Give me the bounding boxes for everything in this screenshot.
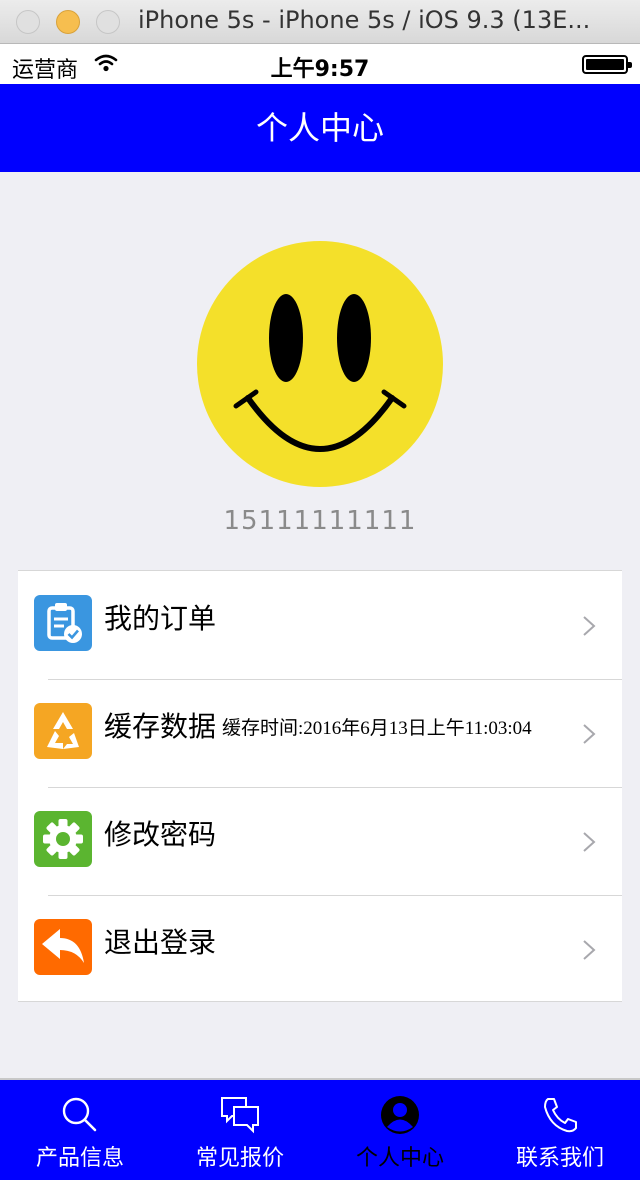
order-icon [34, 595, 92, 651]
battery-icon [582, 55, 632, 74]
gear-icon [34, 811, 92, 867]
chevron-right-icon [583, 724, 596, 744]
chevron-right-icon [583, 832, 596, 852]
tab-label: 产品信息 [35, 1146, 124, 1171]
menu-item-label: 缓存数据 缓存时间:2016年6月13日上午11:03:04 [104, 710, 532, 743]
menu-item-change-password[interactable]: 修改密码 [18, 787, 622, 895]
status-time: 上午9:57 [270, 57, 370, 82]
window-minimize-button[interactable] [56, 10, 80, 34]
navigation-bar: 个人中心 [0, 84, 640, 172]
user-phone-number: 15111111111 [223, 506, 417, 536]
profile-menu: 我的订单 缓存数据 缓存时间:2016年6月13日上午11:03:04 修改密码… [18, 570, 622, 1002]
menu-item-label: 我的订单 [104, 602, 217, 635]
user-icon [381, 1096, 419, 1134]
window-zoom-button[interactable] [96, 10, 120, 34]
tab-common-quotes[interactable]: 常见报价 [160, 1080, 320, 1180]
phone-icon [544, 1098, 577, 1133]
menu-item-label: 修改密码 [104, 818, 217, 851]
menu-item-my-orders[interactable]: 我的订单 [18, 571, 622, 679]
cache-time-label: 缓存时间:2016年6月13日上午11:03:04 [222, 718, 532, 739]
reply-icon [34, 919, 92, 975]
tab-personal-center[interactable]: 个人中心 [320, 1080, 480, 1180]
tab-product-info[interactable]: 产品信息 [0, 1080, 160, 1180]
avatar[interactable] [196, 240, 444, 488]
chevron-right-icon [583, 616, 596, 636]
smiley-face-icon [197, 241, 443, 487]
tab-bar: 产品信息 常见报价 个人中心 联系我们 [0, 1078, 640, 1180]
tab-label: 常见报价 [195, 1146, 284, 1171]
recycle-icon [34, 703, 92, 759]
window-close-button[interactable] [16, 10, 40, 34]
simulator-titlebar: iPhone 5s - iPhone 5s / iOS 9.3 (13E... [0, 0, 640, 44]
page-title: 个人中心 [255, 109, 384, 147]
menu-item-cache-data[interactable]: 缓存数据 缓存时间:2016年6月13日上午11:03:04 [18, 679, 622, 787]
menu-item-logout[interactable]: 退出登录 [18, 895, 622, 1003]
status-bar: 运营商 上午9:57 [0, 44, 640, 84]
tab-label: 联系我们 [515, 1146, 604, 1171]
chevron-right-icon [583, 940, 596, 960]
window-title: iPhone 5s - iPhone 5s / iOS 9.3 (13E... [138, 6, 591, 34]
chat-icon [221, 1097, 259, 1134]
menu-item-label: 退出登录 [104, 926, 217, 959]
tab-contact-us[interactable]: 联系我们 [480, 1080, 640, 1180]
tab-label: 个人中心 [355, 1146, 444, 1171]
search-icon [62, 1097, 97, 1132]
